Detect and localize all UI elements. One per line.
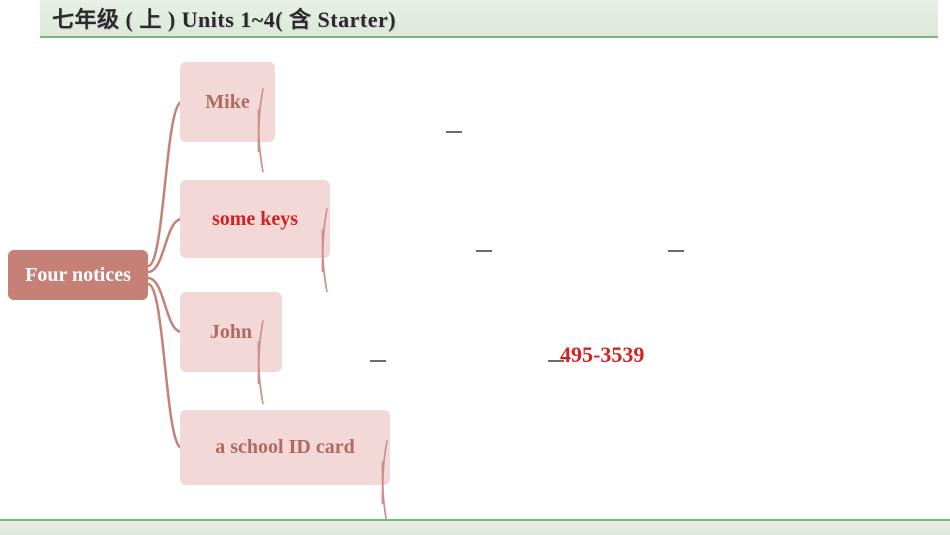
brace-icon: ⎛ ⎝ [256,112,266,155]
root-label: Four notices [25,264,131,287]
child-node-school-id: a school ID card [180,410,390,485]
brace-icon: ⎛ ⎝ [256,344,266,387]
page-title: 七年级 ( 上 ) Units 1~4( 含 Starter) [52,2,396,34]
blank-underline [668,250,684,252]
blank-underline [370,360,386,362]
footer-bar [0,519,950,535]
blank-underline [476,250,492,252]
child-label: some keys [212,208,298,231]
child-label: John [210,321,252,344]
phone-number: 495-3539 [560,342,644,368]
child-node-john: John [180,292,282,372]
child-label: a school ID card [215,436,354,459]
root-node: Four notices [8,250,148,300]
brace-icon: ⎛ ⎝ [380,464,390,507]
child-node-some-keys: some keys [180,180,330,258]
brace-icon: ⎛ ⎝ [320,232,330,275]
blank-underline [446,131,462,133]
child-label: Mike [205,91,249,114]
header-bar: 七年级 ( 上 ) Units 1~4( 含 Starter) [40,0,938,38]
